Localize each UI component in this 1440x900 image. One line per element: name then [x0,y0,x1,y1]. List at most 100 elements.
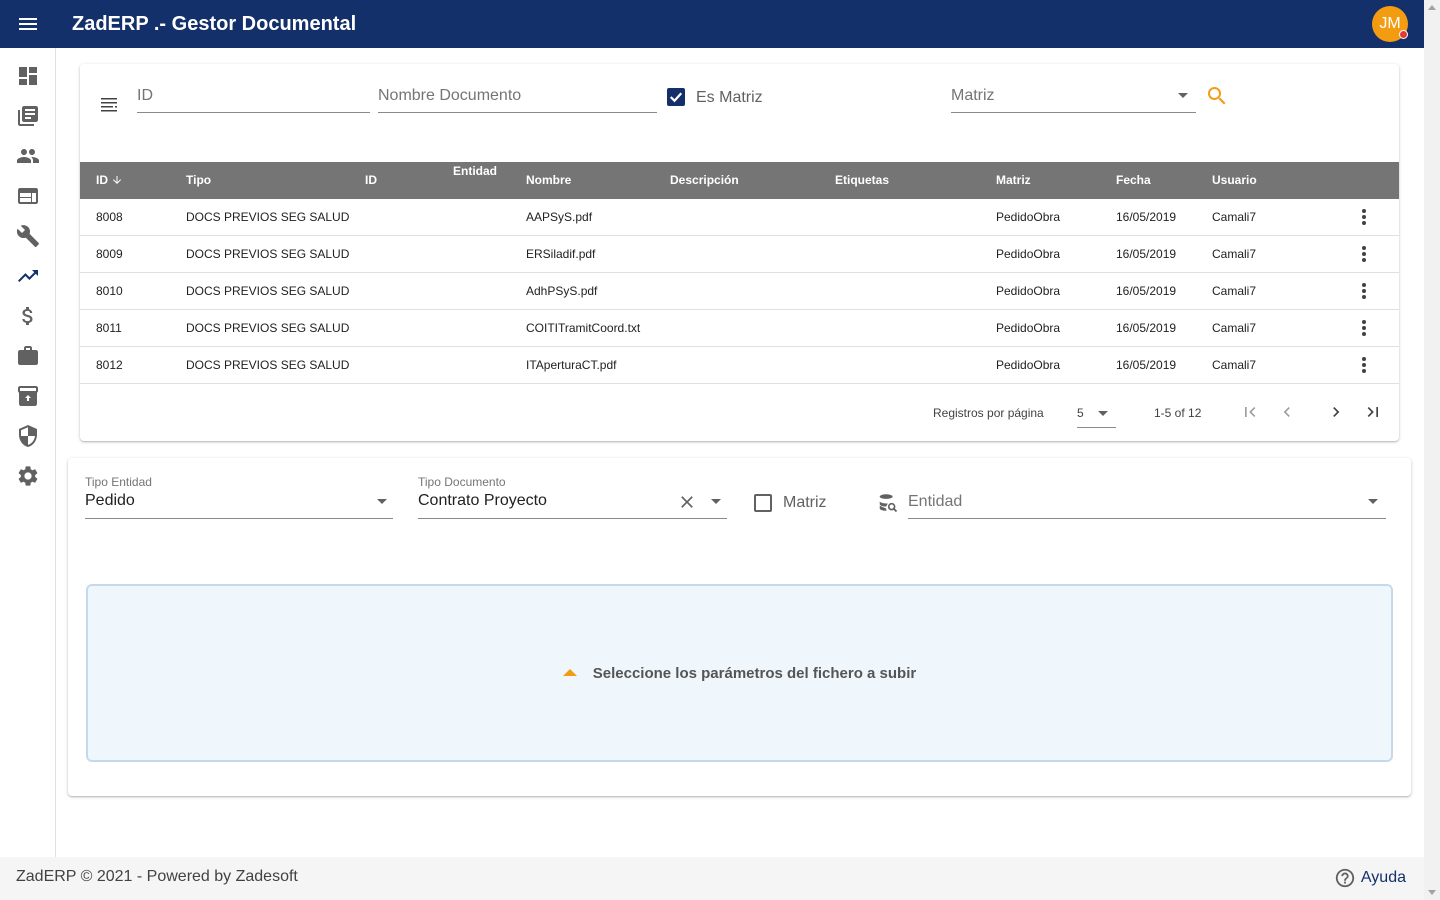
arrow-down-icon [113,176,122,184]
cell-matriz: PedidoObra [996,284,1061,298]
table-row[interactable]: 8009 DOCS PREVIOS SEG SALUD ERSiladif.pd… [80,236,1399,273]
people-icon[interactable] [0,136,56,176]
dollar-icon[interactable] [0,296,56,336]
search-icon[interactable] [1205,84,1229,108]
col-header-id2[interactable]: ID [365,173,377,187]
briefcase-icon[interactable] [0,336,56,376]
entidad-select[interactable]: Entidad [908,470,1386,519]
col-header-etiquetas[interactable]: Etiquetas [835,173,889,187]
footer: ZadERP © 2021 - Powered by Zadesoft Ayud… [0,857,1424,900]
shield-icon[interactable] [0,416,56,456]
file-dropzone[interactable]: Seleccione los parámetros del fichero a … [86,584,1393,762]
es-matriz-checkbox[interactable] [667,88,685,106]
col-header-descripcion[interactable]: Descripción [670,173,739,187]
more-vert-icon[interactable] [1356,319,1372,337]
table-row[interactable]: 8010 DOCS PREVIOS SEG SALUD AdhPSyS.pdf … [80,273,1399,310]
dashboard-icon[interactable] [0,56,56,96]
user-avatar[interactable]: JM [1372,6,1408,42]
cell-id: 8011 [96,321,122,335]
cell-usuario: Camali7 [1212,284,1257,298]
chevron-down-icon [1178,93,1188,98]
more-vert-icon[interactable] [1356,208,1372,226]
col-header-tipo[interactable]: Tipo [186,173,211,187]
col-header-fecha[interactable]: Fecha [1116,173,1151,187]
cell-id: 8012 [96,358,123,372]
col-header-id[interactable]: ID [96,173,123,187]
cell-usuario: Camali7 [1212,247,1257,261]
app-title: ZadERP .- Gestor Documental [72,12,357,35]
cell-tipo: DOCS PREVIOS SEG SALUD [186,210,350,224]
previous-page-icon[interactable] [1275,400,1299,424]
id-filter-placeholder: ID [137,87,153,104]
entidad-placeholder: Entidad [908,493,963,510]
trending-up-icon[interactable] [0,256,56,296]
table-row[interactable]: 8012 DOCS PREVIOS SEG SALUD ITAperturaCT… [80,347,1399,384]
cell-tipo: DOCS PREVIOS SEG SALUD [186,284,350,298]
wrench-icon[interactable] [0,216,56,256]
help-link[interactable]: Ayuda [1334,867,1406,889]
cell-nombre: COITITramitCoord.txt [526,321,641,335]
cell-usuario: Camali7 [1212,358,1257,372]
more-vert-icon[interactable] [1356,356,1372,374]
tipo-documento-label: Tipo Documento [418,475,506,489]
library-books-icon[interactable] [0,96,56,136]
upload-card: Tipo Entidad Pedido Tipo Documento Contr… [68,458,1411,796]
matriz-placeholder: Matriz [951,87,995,104]
cell-nombre: AAPSyS.pdf [526,210,593,224]
warning-triangle-icon [562,669,577,676]
documents-card: ID Nombre Documento Es Matriz Matriz ID … [80,64,1399,441]
cell-fecha: 16/05/2019 [1116,284,1177,298]
cell-nombre: ERSiladif.pdf [526,247,596,261]
cell-fecha: 16/05/2019 [1116,247,1177,261]
es-matriz-label: Es Matriz [696,89,763,106]
gear-icon[interactable] [0,456,56,496]
tipo-documento-select[interactable]: Tipo Documento Contrato Proyecto [418,470,727,519]
col-header-nombre[interactable]: Nombre [526,173,571,187]
tipo-entidad-label: Tipo Entidad [85,475,152,489]
chevron-down-icon [1368,499,1378,504]
web-window-icon[interactable] [0,176,56,216]
page-size-value: 5 [1077,406,1084,420]
clear-icon[interactable] [677,492,697,512]
matriz-checkbox-label: Matriz [783,494,827,511]
col-header-entidad[interactable]: Entidad [453,164,497,178]
filter-list-icon[interactable] [98,92,122,116]
next-page-icon[interactable] [1324,400,1348,424]
tipo-entidad-select[interactable]: Tipo Entidad Pedido [85,470,393,519]
cell-tipo: DOCS PREVIOS SEG SALUD [186,358,350,372]
cell-matriz: PedidoObra [996,321,1061,335]
matriz-checkbox[interactable] [754,494,772,512]
page-scrollbar[interactable] [1424,0,1440,900]
tipo-documento-value: Contrato Proyecto [418,492,547,509]
menu-icon[interactable] [0,0,56,48]
chevron-down-icon [377,499,387,504]
id-filter-input[interactable]: ID [137,64,370,113]
col-header-usuario[interactable]: Usuario [1212,173,1257,187]
col-header-matriz[interactable]: Matriz [996,173,1031,187]
page-size-label: Registros por página [933,406,1044,420]
page-size-select[interactable]: 5 [1077,398,1116,428]
last-page-icon[interactable] [1361,400,1385,424]
help-circle-icon [1335,868,1355,888]
first-page-icon[interactable] [1238,400,1262,424]
cell-matriz: PedidoObra [996,358,1061,372]
chevron-down-icon [1098,411,1108,416]
matriz-select[interactable]: Matriz [951,64,1196,113]
side-navigation [0,48,56,857]
database-search-icon [877,492,899,514]
scroll-up-icon[interactable] [1428,5,1436,10]
cell-id: 8010 [96,284,123,298]
chevron-down-icon [711,499,721,504]
nombre-documento-input[interactable]: Nombre Documento [378,64,657,113]
more-vert-icon[interactable] [1356,245,1372,263]
table-row[interactable]: 8011 DOCS PREVIOS SEG SALUD COITITramitC… [80,310,1399,347]
cell-tipo: DOCS PREVIOS SEG SALUD [186,247,350,261]
archive-upload-icon[interactable] [0,376,56,416]
paginator: Registros por página 5 1-5 of 12 [80,384,1399,440]
table-header: ID Tipo ID Entidad Nombre Descripción Et… [80,162,1399,199]
scroll-down-icon[interactable] [1428,890,1436,895]
table-row[interactable]: 8008 DOCS PREVIOS SEG SALUD AAPSyS.pdf P… [80,199,1399,236]
more-vert-icon[interactable] [1356,282,1372,300]
help-label: Ayuda [1360,869,1406,886]
cell-fecha: 16/05/2019 [1116,358,1177,372]
